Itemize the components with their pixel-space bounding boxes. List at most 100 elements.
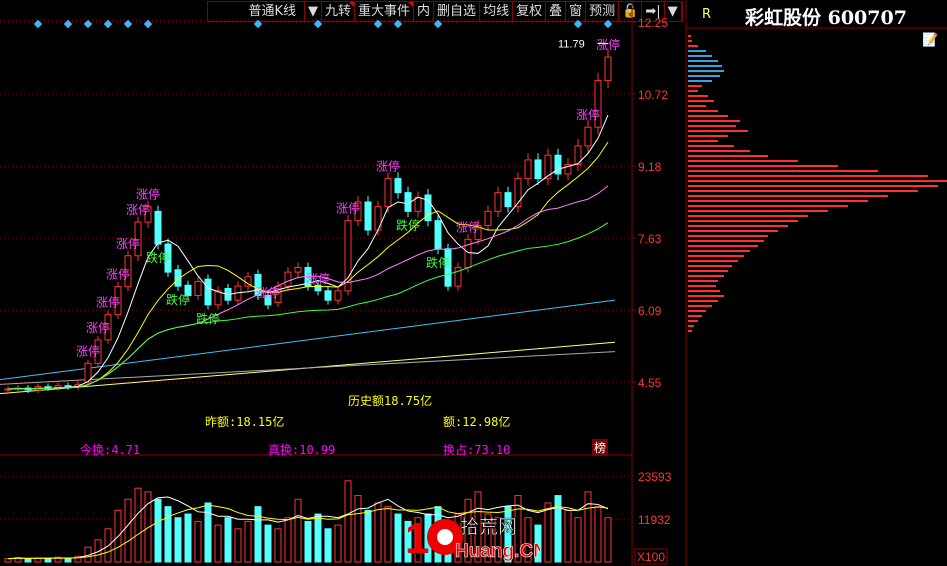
- candle-body: [534, 159, 542, 180]
- volume-bar: [374, 502, 382, 563]
- max-price-label: 11.79: [558, 39, 585, 51]
- svg-text:Huang.CN: Huang.CN: [455, 541, 540, 561]
- volume-bar: [324, 528, 332, 563]
- volume-bar: [204, 502, 212, 563]
- kline-chart[interactable]: 12.25 10.72 9.18 7.63 6.09 4.55 23593 11932 X100…: [0, 0, 947, 566]
- event-marker-icon: [313, 19, 323, 29]
- candle-body: [524, 159, 532, 180]
- volume-bar: [384, 506, 392, 563]
- volume-bar: [234, 528, 242, 563]
- limit-up-label: 涨停: [96, 295, 120, 310]
- svg-text:拾荒网: 拾荒网: [460, 516, 517, 538]
- price-tick-label: 6.09: [638, 304, 662, 318]
- candle-body: [544, 154, 552, 180]
- candle-body: [434, 220, 442, 250]
- event-marker-icon: [373, 19, 383, 29]
- volume-bar: [154, 498, 162, 563]
- volume-bar: [224, 517, 232, 563]
- candle-body: [294, 266, 302, 273]
- volume-bar: [364, 509, 372, 563]
- volume-tick-label: 11932: [638, 513, 671, 527]
- limit-up-label: 涨停: [126, 202, 150, 217]
- limit-up-label: 涨停: [76, 343, 100, 358]
- volume-bar: [394, 513, 402, 563]
- volume-bar: [174, 517, 182, 563]
- event-marker-icon: [143, 19, 153, 29]
- event-marker-icon: [83, 19, 93, 29]
- hist-amount: 历史额18.75亿: [348, 394, 433, 408]
- prev-amount: 昨额:18.15亿: [205, 415, 285, 429]
- volume-tick-label: 23593: [638, 470, 672, 484]
- volume-bar: [134, 487, 142, 563]
- volume-bar: [544, 502, 552, 563]
- volume-bar: [184, 513, 192, 563]
- limit-down-label: 跌停: [196, 311, 220, 326]
- event-marker-icon: [63, 19, 73, 29]
- limit-up-label: 涨停: [456, 219, 480, 234]
- price-tick-label: 7.63: [638, 232, 662, 246]
- volume-bar: [584, 491, 592, 563]
- limit-up-label: 涨停: [136, 187, 160, 202]
- event-marker-icon: [123, 19, 133, 29]
- volume-bar: [194, 520, 202, 563]
- limit-up-label: 涨停: [256, 285, 280, 300]
- volume-bar: [564, 509, 572, 563]
- volume-bar: [284, 517, 292, 563]
- limit-up-label: 涨停: [116, 236, 140, 251]
- limit-up-label: 涨停: [336, 201, 360, 216]
- volume-bar: [264, 524, 272, 563]
- event-marker-icon: [253, 19, 263, 29]
- notes-icon[interactable]: 📝: [922, 33, 938, 48]
- volume-bar: [4, 558, 12, 563]
- limit-down-label: 跌停: [166, 292, 190, 307]
- limit-up-label: 涨停: [596, 37, 620, 52]
- turnover-real: 真换:10.99: [268, 443, 336, 457]
- volume-bar: [574, 517, 582, 563]
- event-marker-icon: [393, 19, 403, 29]
- event-marker-icon: [603, 19, 613, 29]
- candle-body: [384, 178, 392, 208]
- candle-body: [154, 210, 162, 245]
- svg-text:1: 1: [405, 514, 429, 561]
- price-tick-label: 4.55: [638, 376, 662, 390]
- price-tick-label: 10.72: [638, 88, 668, 102]
- candle-body: [394, 178, 402, 194]
- candle-body: [584, 126, 592, 147]
- volume-bar: [314, 513, 322, 563]
- candle-body: [324, 290, 332, 301]
- volume-bar: [294, 498, 302, 563]
- volume-bar: [604, 517, 612, 563]
- limit-down-label: 跌停: [146, 250, 170, 265]
- candle-body: [44, 386, 52, 389]
- turnover-share: 换占:73.10: [443, 443, 511, 457]
- candle-body: [314, 284, 322, 292]
- limit-up-label: 涨停: [376, 159, 400, 174]
- volume-bar: [44, 557, 52, 563]
- volume-bar: [304, 520, 312, 563]
- rank-button[interactable]: 榜: [592, 439, 609, 456]
- event-marker-icon: [433, 19, 443, 29]
- event-marker-icon: [103, 19, 113, 29]
- volume-bar: [354, 495, 362, 563]
- volume-unit-label: X100: [637, 550, 665, 564]
- amount: 额:12.98亿: [443, 415, 511, 429]
- volume-bar: [334, 524, 342, 563]
- candle-body: [604, 56, 612, 81]
- candle-body: [364, 201, 372, 231]
- volume-bar: [554, 495, 562, 563]
- event-marker-icon: [573, 19, 583, 29]
- price-tick-label: 12.25: [638, 16, 668, 30]
- limit-up-label: 涨停: [106, 267, 130, 282]
- candle-body: [64, 385, 72, 388]
- candle-body: [334, 290, 342, 301]
- watermark-logo: 1 拾荒网 Huang.CN: [405, 514, 540, 561]
- volume-bar: [214, 524, 222, 563]
- volume-bar: [254, 506, 262, 563]
- turnover-today: 今换:4.71: [80, 443, 141, 457]
- volume-bar: [124, 498, 132, 563]
- event-marker-icon: [33, 19, 43, 29]
- volume-bar: [344, 480, 352, 563]
- candle-body: [414, 196, 422, 212]
- candle-body: [214, 290, 222, 306]
- candle-body: [194, 280, 202, 297]
